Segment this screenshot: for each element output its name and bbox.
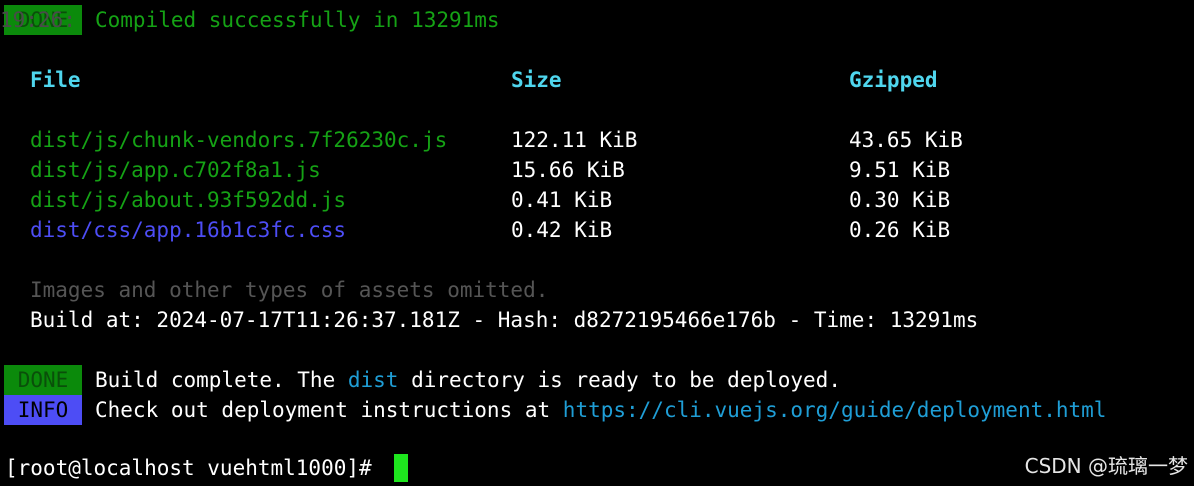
column-header-gzipped: Gzipped: [849, 68, 938, 92]
file-gzipped-size: 43.65 KiB: [849, 128, 963, 152]
file-gzipped-size: 0.26 KiB: [849, 218, 951, 242]
info-badge: INFO: [4, 395, 82, 425]
file-gzipped-size: 0.30 KiB: [849, 188, 951, 212]
done-badge: DONE: [4, 365, 82, 395]
terminal-cursor[interactable]: [394, 454, 408, 482]
file-name: dist/js/about.93f592dd.js: [30, 188, 347, 212]
build-complete-text: Build complete. The: [95, 368, 348, 392]
file-name: dist/js/chunk-vendors.7f26230c.js: [30, 128, 448, 152]
file-gzipped-size: 9.51 KiB: [849, 158, 951, 182]
omitted-assets-note: Images and other types of assets omitted…: [30, 278, 549, 302]
build-info: Build at: 2024-07-17T11:26:37.181Z - Has…: [30, 308, 979, 332]
deployment-guide-link[interactable]: https://cli.vuejs.org/guide/deployment.h…: [563, 398, 1107, 422]
build-complete-text-end: directory is ready to be deployed.: [398, 368, 841, 392]
timestamp: 19:26:: [0, 8, 76, 32]
file-size: 0.42 KiB: [511, 218, 613, 242]
file-name: dist/js/app.c702f8a1.js: [30, 158, 321, 182]
file-size: 122.11 KiB: [511, 128, 638, 152]
shell-prompt: [root@localhost vuehtml1000]#: [5, 456, 385, 480]
deployment-info-text: Check out deployment instructions at: [95, 398, 563, 422]
file-size: 0.41 KiB: [511, 188, 613, 212]
column-header-file: File: [30, 68, 81, 92]
column-header-size: Size: [511, 68, 562, 92]
build-complete-message: Build complete. The dist directory is re…: [95, 365, 841, 395]
file-size: 15.66 KiB: [511, 158, 625, 182]
file-name: dist/css/app.16b1c3fc.css: [30, 218, 347, 242]
watermark: CSDN @琉璃一梦: [1024, 454, 1188, 478]
dist-directory-name: dist: [347, 368, 399, 392]
deployment-info-message: Check out deployment instructions at htt…: [95, 395, 1106, 425]
